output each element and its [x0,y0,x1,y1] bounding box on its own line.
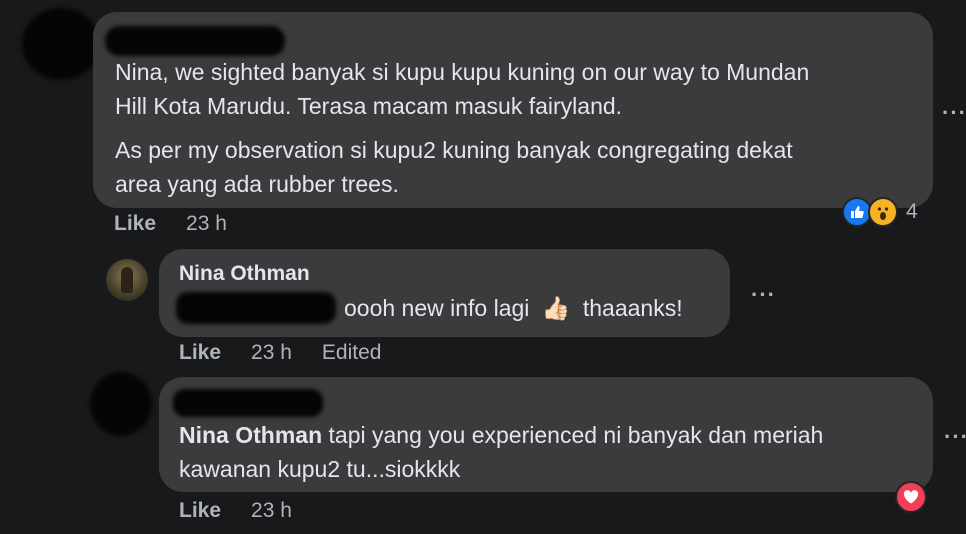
comment-line: area yang ada rubber trees. [115,171,399,197]
redacted-avatar[interactable] [22,8,100,80]
comment-author[interactable]: Nina Othman [179,422,322,448]
reaction-count: 4 [906,200,918,223]
edited-label[interactable]: Edited [322,341,382,365]
comment-line: Nina, we sighted banyak si kupu kupu kun… [115,59,810,85]
comment-text: Nina Othman tapi yang you experienced ni… [179,418,919,486]
comment-text: oooh new info lagi 👍🏻 thaaanks! [344,291,683,325]
comment-line: tapi yang you experienced ni banyak dan … [328,422,824,448]
comment-line: thaaanks! [582,295,683,321]
redacted-author-name[interactable] [173,389,323,417]
comment-text: Nina, we sighted banyak si kupu kupu kun… [115,55,915,201]
like-button[interactable]: Like [179,341,221,365]
comment-actions: Like 23 h [179,499,292,523]
reaction-summary[interactable]: 4 [842,197,932,229]
comment-actions: Like 23 h Edited [179,341,381,365]
timestamp[interactable]: 23 h [186,212,227,236]
comment-line: oooh new info lagi [344,295,530,321]
redacted-avatar[interactable] [90,372,152,436]
redacted-mention[interactable] [176,292,336,324]
timestamp[interactable]: 23 h [251,341,292,365]
ellipsis-icon[interactable]: ··· [751,282,776,308]
thumbs-up-emoji: 👍🏻 [541,295,571,321]
comment-line: kawanan kupu2 tu...siokkkk [179,456,461,482]
ellipsis-icon[interactable]: ··· [942,100,966,126]
comment-author[interactable]: Nina Othman [179,262,310,286]
timestamp[interactable]: 23 h [251,499,292,523]
like-button[interactable]: Like [179,499,221,523]
comment-line: Hill Kota Marudu. Terasa macam masuk fai… [115,93,623,119]
ellipsis-icon[interactable]: ··· [944,424,966,450]
like-button[interactable]: Like [114,212,156,236]
comment-line: As per my observation si kupu2 kuning ba… [115,137,793,163]
avatar-figure [121,267,133,293]
wow-reaction-icon [868,197,898,227]
avatar[interactable] [106,259,148,301]
love-reaction-icon[interactable] [895,481,927,513]
comment-actions: Like 23 h [114,212,227,236]
redacted-author-name[interactable] [105,26,285,56]
